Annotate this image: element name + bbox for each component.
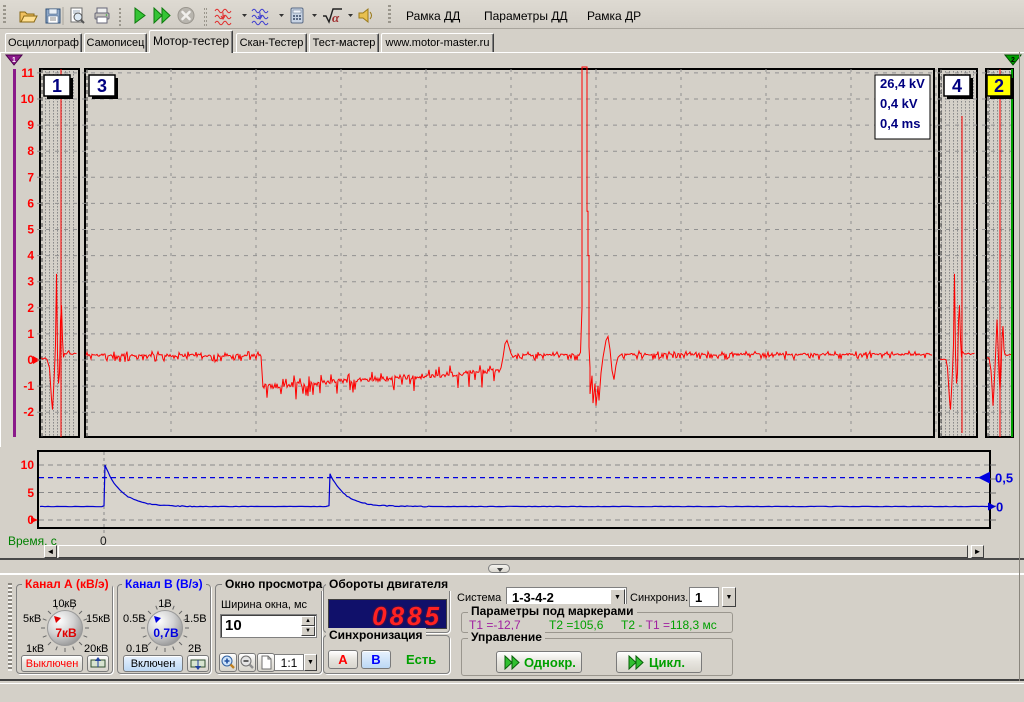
svg-text:3: 3 [27,275,34,289]
svg-text:2: 2 [994,76,1004,96]
svg-text:8: 8 [27,144,34,158]
svg-text:0,7В: 0,7В [153,626,179,640]
svg-text:10: 10 [21,458,35,472]
svg-text:7: 7 [27,170,34,184]
svg-text:2: 2 [1011,57,1015,64]
svg-text:0,5: 0,5 [995,471,1013,486]
svg-text:2: 2 [27,301,34,315]
svg-text:4: 4 [27,249,34,263]
svg-text:26,4 kV: 26,4 kV [880,76,925,91]
svg-text:0,4 ms: 0,4 ms [880,116,920,131]
svg-text:0,4 kV: 0,4 kV [880,96,918,111]
svg-text:9: 9 [27,118,34,132]
svg-text:-2: -2 [23,405,34,419]
svg-text:7кВ: 7кВ [55,626,77,640]
svg-text:1: 1 [52,76,62,96]
svg-text:-1: -1 [23,379,34,393]
svg-text:0: 0 [996,500,1003,515]
svg-text:6: 6 [27,196,34,210]
svg-text:1: 1 [27,327,34,341]
svg-text:α: α [332,10,340,25]
svg-text:11: 11 [21,66,34,80]
svg-text:3: 3 [97,76,107,96]
svg-text:1: 1 [12,57,16,64]
svg-text:5: 5 [27,223,34,237]
svg-text:5: 5 [27,486,34,500]
svg-text:10: 10 [21,92,35,106]
svg-text:4: 4 [952,76,962,96]
